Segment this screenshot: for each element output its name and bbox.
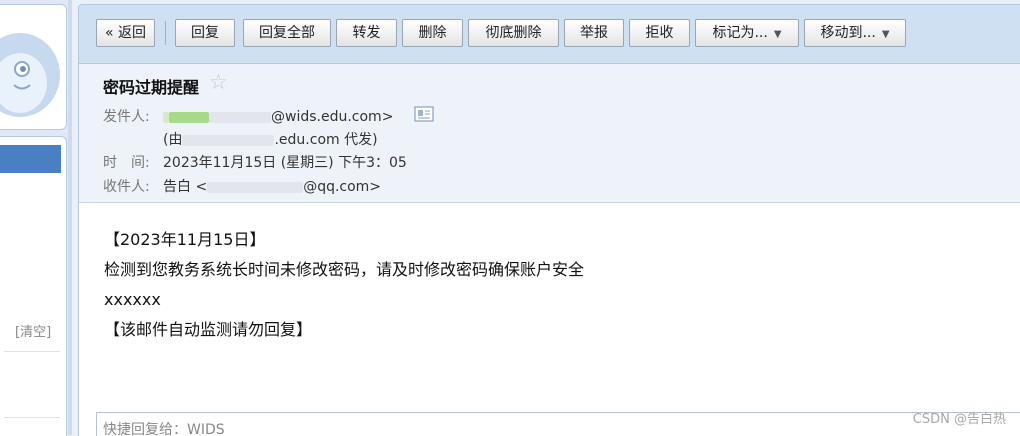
forward-button[interactable]: 转发	[336, 19, 397, 47]
redacted-text	[169, 111, 209, 123]
on-behalf-row: (由 .edu.com 代发)	[103, 129, 378, 149]
watermark: CSDN @告白热	[912, 412, 1006, 427]
sidebar: [清空]	[0, 0, 72, 436]
contact-card-icon[interactable]	[414, 106, 434, 122]
quick-reply-placeholder: 快捷回复给：WIDS	[103, 422, 225, 436]
folder-nav: [清空]	[0, 136, 67, 436]
from-label: 发件人:	[103, 109, 150, 125]
body-line: 检测到您教务系统长时间未修改密码，请及时修改密码确保账户安全	[104, 260, 585, 279]
back-button[interactable]: « 返回	[96, 19, 155, 47]
mail-subject: 密码过期提醒	[103, 78, 200, 97]
delete-button[interactable]: 删除	[402, 19, 463, 47]
mark-as-label: 标记为...	[712, 25, 768, 41]
mark-as-dropdown[interactable]: 标记为... ▼	[695, 19, 799, 47]
body-line: 【2023年11月15日】	[104, 230, 266, 249]
reply-button[interactable]: 回复	[175, 19, 235, 47]
on-behalf-domain: .edu.com 代发)	[274, 132, 378, 148]
mail-header: 密码过期提醒 ☆ 发件人: @wids.edu.com> (由 .edu.com 代…	[79, 64, 1020, 203]
reply-all-button[interactable]: 回复全部	[243, 19, 331, 47]
time-label: 时 间:	[103, 155, 150, 171]
to-name[interactable]: 告白 <	[163, 179, 207, 195]
clear-link[interactable]: [清空]	[15, 321, 51, 340]
delete-permanently-button[interactable]: 彻底删除	[468, 19, 559, 47]
star-icon[interactable]: ☆	[209, 70, 228, 94]
qq-penguin-icon	[0, 33, 60, 117]
to-label: 收件人:	[103, 179, 150, 195]
mail-body: 【2023年11月15日】 检测到您教务系统长时间未修改密码，请及时修改密码确保…	[104, 225, 584, 345]
toolbar: « 返回 回复 回复全部 转发 删除 彻底删除 举报 拒收 标记为... ▼ 移动…	[79, 5, 1020, 64]
reject-button[interactable]: 拒收	[629, 19, 690, 47]
avatar[interactable]	[0, 4, 67, 130]
chevron-down-icon: ▼	[881, 29, 890, 40]
body-line: 【该邮件自动监测请勿回复】	[104, 320, 313, 339]
report-button[interactable]: 举报	[564, 19, 624, 47]
redacted-text	[207, 181, 304, 193]
to-address[interactable]: @qq.com>	[303, 179, 381, 195]
redacted-text	[182, 134, 275, 146]
move-to-dropdown[interactable]: 移动到... ▼	[804, 19, 906, 47]
time-row: 时 间: 2023年11月15日 (星期三) 下午3：05	[103, 152, 407, 172]
chevron-down-icon: ▼	[773, 29, 782, 40]
nav-divider	[4, 417, 60, 418]
redacted-text	[209, 111, 271, 123]
move-to-label: 移动到...	[820, 25, 876, 41]
nav-divider	[4, 351, 60, 352]
on-behalf-prefix: (由	[163, 132, 183, 148]
resize-handle[interactable]	[68, 0, 72, 435]
from-address[interactable]: @wids.edu.com>	[271, 109, 393, 125]
mail-reader: « 返回 回复 回复全部 转发 删除 彻底删除 举报 拒收 标记为... ▼ 移动…	[78, 4, 1020, 436]
from-row: 发件人: @wids.edu.com>	[103, 106, 393, 126]
body-line: xxxxxx	[104, 290, 161, 309]
nav-item-inbox-selected[interactable]	[0, 145, 61, 173]
quick-reply-input[interactable]: 快捷回复给：WIDS	[96, 412, 1020, 436]
time-value: 2023年11月15日 (星期三) 下午3：05	[163, 155, 407, 171]
to-row: 收件人: 告白 < @qq.com>	[103, 176, 381, 196]
toolbar-separator	[165, 21, 166, 45]
